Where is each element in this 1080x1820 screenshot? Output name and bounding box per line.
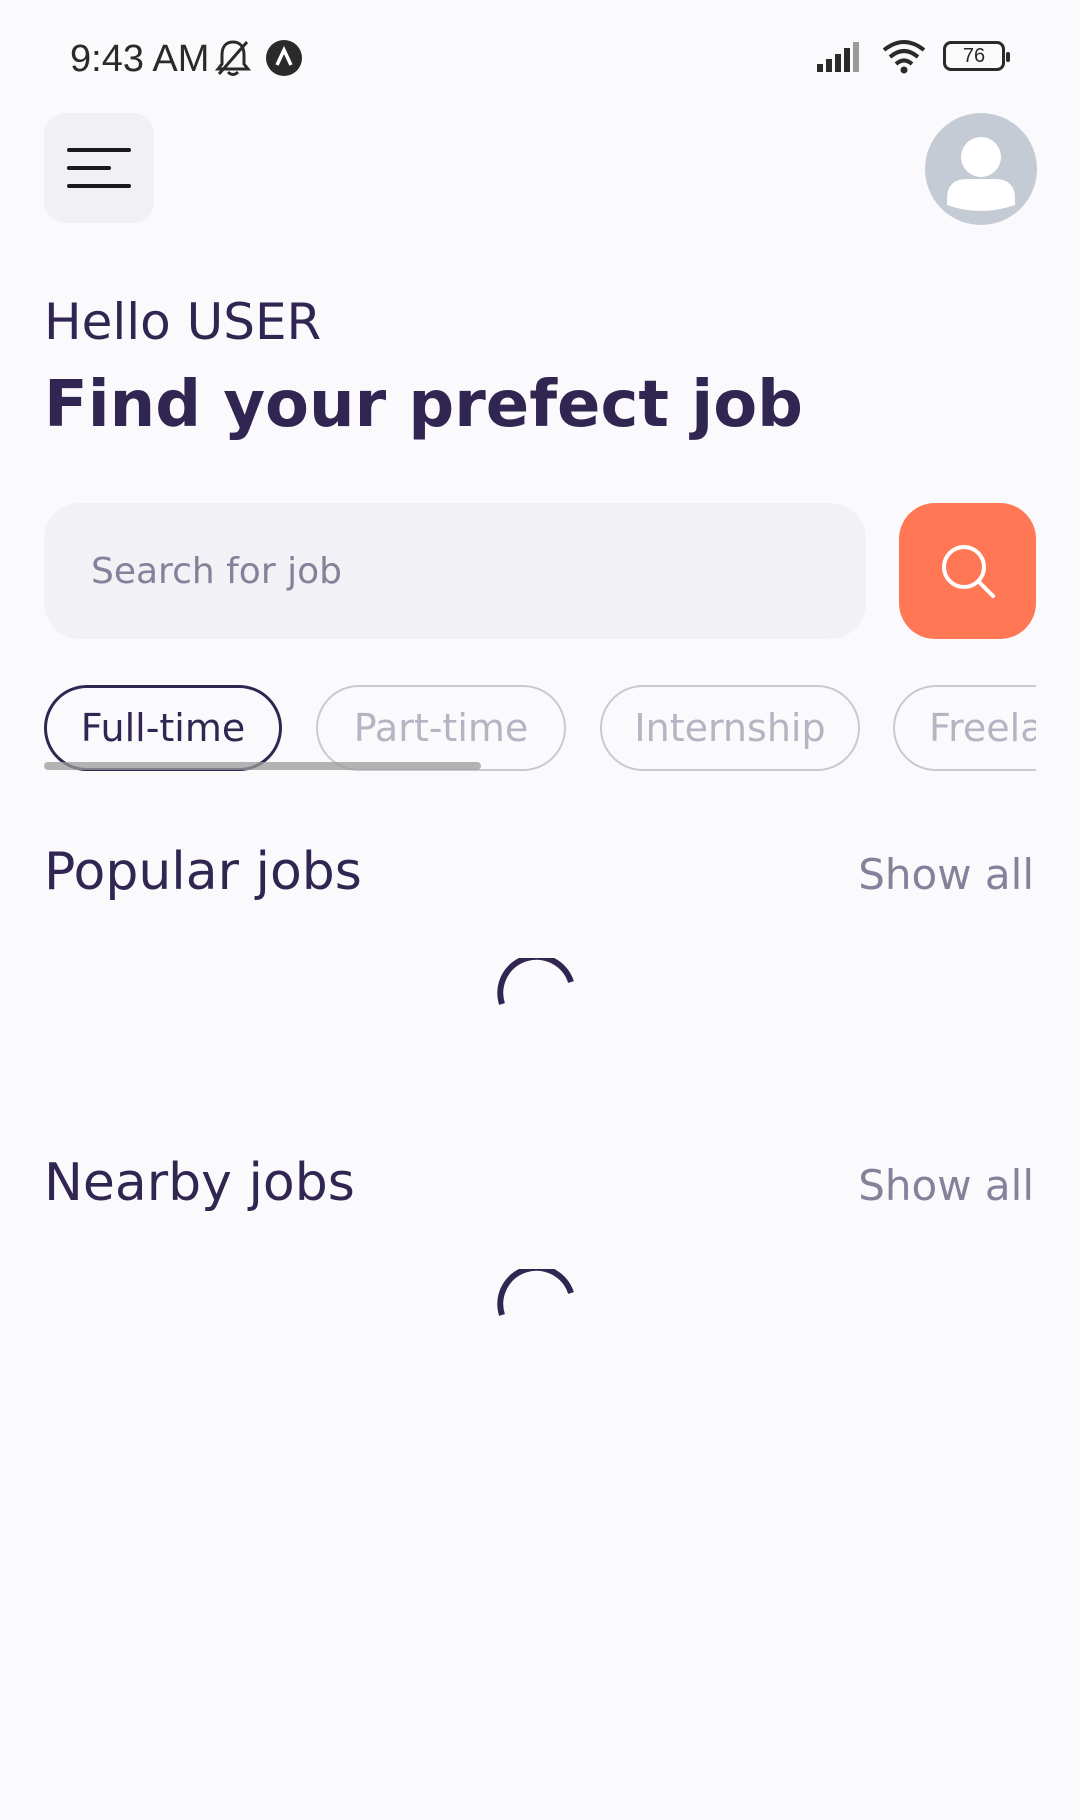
search-icon [941, 545, 995, 598]
search-input[interactable] [89, 549, 866, 593]
tab-label: Full-time [80, 706, 246, 750]
loading-spinner-icon [497, 1269, 574, 1316]
bell-off-icon [215, 40, 251, 76]
tab-label: Freelance [929, 706, 1036, 750]
tab-part-time[interactable]: Part-time [316, 685, 566, 771]
menu-button[interactable] [44, 113, 154, 223]
status-icons-left [215, 38, 303, 78]
horizontal-scrollbar[interactable] [44, 762, 481, 770]
nearby-jobs-title: Nearby jobs [44, 1153, 355, 1213]
user-icon [947, 137, 1015, 211]
greeting: Hello USER [44, 293, 322, 351]
loading-spinner-icon [497, 958, 574, 1005]
battery-level: 76 [962, 44, 986, 67]
popular-show-all-link[interactable]: Show all [858, 850, 1034, 899]
page-title: Find your prefect job [44, 368, 803, 442]
tab-full-time[interactable]: Full-time [44, 685, 282, 771]
search-button[interactable] [899, 503, 1036, 639]
tab-label: Part-time [353, 706, 529, 750]
signal-icon [817, 42, 859, 72]
tab-internship[interactable]: Internship [600, 685, 860, 771]
status-bar: 9:43 AM 76 [0, 0, 1080, 100]
app-notification-icon [266, 40, 302, 76]
wifi-icon [882, 40, 926, 74]
search-box[interactable] [44, 503, 866, 639]
popular-jobs-title: Popular jobs [44, 842, 362, 902]
tab-freelance[interactable]: Freelance [893, 685, 1036, 771]
menu-icon [67, 148, 131, 188]
status-time: 9:43 AM [70, 38, 210, 80]
status-icons-right: 76 [817, 38, 1010, 74]
tab-label: Internship [634, 706, 826, 750]
nearby-show-all-link[interactable]: Show all [858, 1161, 1034, 1210]
battery-indicator: 76 [943, 41, 1010, 71]
profile-avatar[interactable] [925, 113, 1037, 225]
